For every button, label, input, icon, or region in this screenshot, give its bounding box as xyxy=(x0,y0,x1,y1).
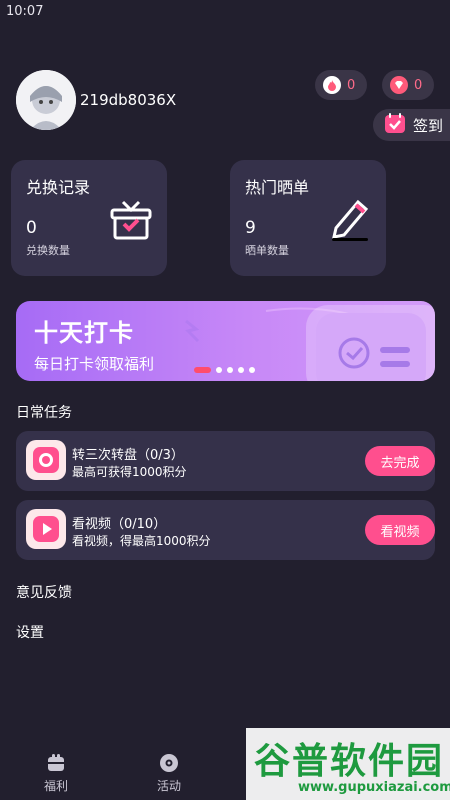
fire-count: 0 xyxy=(347,77,356,93)
username: 219db8036X xyxy=(80,91,177,109)
watermark-url: www.gupuxiazai.com xyxy=(298,780,450,795)
avatar-image xyxy=(16,70,76,130)
tab-label: 活动 xyxy=(156,779,181,793)
task-name: 看视频（0/10） xyxy=(72,517,167,532)
gem-icon xyxy=(390,76,408,94)
gem-count: 0 xyxy=(414,77,423,93)
fire-icon xyxy=(323,76,341,94)
tab-welfare[interactable]: 福利 xyxy=(26,753,86,794)
play-icon xyxy=(26,509,66,549)
avatar[interactable] xyxy=(16,70,76,130)
daily-tasks-title: 日常任务 xyxy=(16,405,72,421)
task-desc: 最高可获得1000积分 xyxy=(72,465,187,479)
tab-activity[interactable]: 活动 xyxy=(139,753,199,794)
pagination-dot[interactable] xyxy=(216,367,222,373)
card-title: 热门晒单 xyxy=(245,178,310,197)
fire-stat[interactable]: 0 xyxy=(315,70,367,100)
pagination-dot[interactable] xyxy=(249,367,255,373)
card-subtitle: 晒单数量 xyxy=(245,244,289,257)
signin-button[interactable]: 签到 xyxy=(373,109,450,141)
menu-feedback[interactable]: 意见反馈 xyxy=(16,582,72,602)
task-name: 转三次转盘（0/3） xyxy=(72,448,184,463)
menu-settings[interactable]: 设置 xyxy=(16,622,44,642)
tab-label: 福利 xyxy=(43,779,68,793)
watermark-title: 谷普软件园 xyxy=(254,741,445,782)
card-value: 0 xyxy=(26,218,37,238)
calendar-check-icon xyxy=(383,111,407,139)
site-watermark: 谷普软件园 www.gupuxiazai.com xyxy=(246,728,450,800)
task-spin-wheel: 转三次转盘（0/3） 最高可获得1000积分 去完成 xyxy=(16,431,435,491)
gem-stat[interactable]: 0 xyxy=(382,70,434,100)
card-value: 9 xyxy=(245,218,256,238)
signin-label: 签到 xyxy=(413,116,444,135)
pencil-icon xyxy=(332,199,369,241)
banner-pagination xyxy=(194,367,255,373)
exchange-record-card[interactable]: 兑换记录 0 兑换数量 xyxy=(11,160,167,276)
status-time: 10:07 xyxy=(6,4,44,19)
go-complete-button[interactable]: 去完成 xyxy=(365,446,435,476)
banner-title: 十天打卡 xyxy=(34,319,134,347)
card-title: 兑换记录 xyxy=(26,178,91,197)
disc-icon xyxy=(159,753,179,773)
pagination-dot[interactable] xyxy=(238,367,244,373)
watch-video-button[interactable]: 看视频 xyxy=(365,515,435,545)
pagination-dot[interactable] xyxy=(227,367,233,373)
gift-box-icon xyxy=(110,200,152,240)
hot-posts-card[interactable]: 热门晒单 9 晒单数量 xyxy=(230,160,386,276)
task-watch-video: 看视频（0/10） 看视频，得最高1000积分 看视频 xyxy=(16,500,435,560)
task-desc: 看视频，得最高1000积分 xyxy=(72,534,211,548)
gift-icon xyxy=(46,753,66,773)
checkin-banner[interactable]: 十天打卡 每日打卡领取福利 xyxy=(16,301,435,381)
pagination-dot[interactable] xyxy=(194,367,211,373)
banner-subtitle: 每日打卡领取福利 xyxy=(34,355,155,373)
card-subtitle: 兑换数量 xyxy=(26,244,70,257)
wheel-icon xyxy=(26,440,66,480)
